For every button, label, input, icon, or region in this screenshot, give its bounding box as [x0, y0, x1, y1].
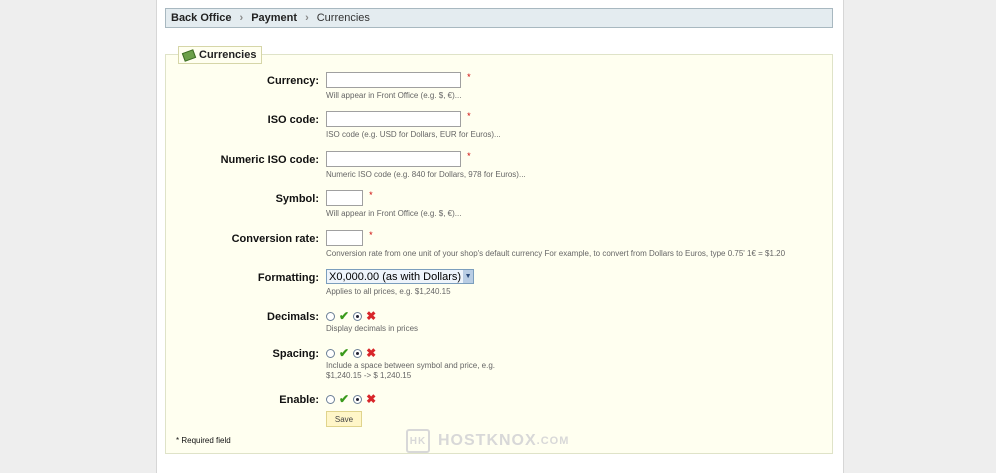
formatting-hint: Applies to all prices, e.g. $1,240.15	[326, 287, 451, 296]
decimals-hint: Display decimals in prices	[326, 324, 419, 333]
iso-code-input[interactable]	[326, 111, 461, 127]
breadcrumb-back-office[interactable]: Back Office	[171, 12, 232, 24]
page-content: Back Office › Payment › Currencies Curre…	[156, 0, 844, 473]
spacing-yes-radio[interactable]	[353, 348, 363, 358]
enable-yes-radio[interactable]	[353, 394, 363, 404]
currency-hint: Will appear in Front Office (e.g. $, €).…	[326, 91, 462, 100]
required-field-note: * Required field	[176, 436, 231, 445]
checkmark-icon: ✔	[339, 346, 350, 360]
required-mark: *	[467, 72, 471, 82]
watermark: HK HOSTKNOX .COM	[406, 429, 569, 453]
iso-code-label: ISO code:	[267, 114, 319, 126]
checkmark-icon: ✔	[339, 392, 350, 406]
formatting-label: Formatting:	[257, 272, 319, 284]
decimals-yes-radio[interactable]	[353, 311, 363, 321]
breadcrumb-payment[interactable]: Payment	[251, 12, 297, 24]
conversion-rate-input[interactable]	[326, 230, 363, 246]
formatting-selected-value: X0,000.00 (as with Dollars)	[329, 270, 462, 283]
enable-no-radio[interactable]	[326, 394, 335, 404]
numeric-iso-code-input[interactable]	[326, 151, 461, 167]
cross-icon: ✖	[366, 346, 377, 360]
conversion-rate-hint: Conversion rate from one unit of your sh…	[326, 249, 786, 258]
chevron-right-icon: ›	[305, 12, 309, 24]
money-icon	[181, 48, 197, 62]
symbol-hint: Will appear in Front Office (e.g. $, €).…	[326, 209, 462, 218]
watermark-suffix: .COM	[536, 435, 570, 447]
chevron-down-icon[interactable]: ▼	[463, 270, 474, 283]
decimals-no-radio[interactable]	[326, 311, 335, 321]
spacing-hint-line2: $1,240.15 -> $ 1,240.15	[326, 371, 412, 380]
formatting-select[interactable]: X0,000.00 (as with Dollars) ▼	[326, 269, 475, 284]
checkmark-icon: ✔	[339, 309, 350, 323]
watermark-logo: HK	[406, 429, 430, 453]
panel-title: Currencies	[199, 49, 257, 61]
spacing-hint-line1: Include a space between symbol and price…	[326, 361, 495, 370]
spacing-label: Spacing:	[272, 348, 319, 360]
symbol-label: Symbol:	[275, 193, 319, 205]
symbol-input[interactable]	[326, 190, 363, 206]
cross-icon: ✖	[366, 309, 377, 323]
numeric-iso-code-label: Numeric ISO code:	[220, 154, 319, 166]
breadcrumb: Back Office › Payment › Currencies	[165, 8, 833, 28]
numeric-iso-code-hint: Numeric ISO code (e.g. 840 for Dollars, …	[326, 170, 526, 179]
required-mark: *	[467, 111, 471, 121]
breadcrumb-currencies: Currencies	[316, 12, 370, 24]
currency-form-panel: Currencies Currency: * Will appear in Fr…	[165, 46, 833, 454]
chevron-right-icon: ›	[239, 12, 244, 24]
required-mark: *	[467, 151, 471, 161]
enable-label: Enable:	[279, 394, 319, 406]
iso-code-hint: ISO code (e.g. USD for Dollars, EUR for …	[326, 130, 501, 139]
panel-legend: Currencies	[178, 46, 263, 64]
watermark-text: HOSTKNOX	[438, 432, 537, 449]
currency-input[interactable]	[326, 72, 461, 88]
required-mark: *	[369, 230, 373, 240]
currency-label: Currency:	[267, 75, 319, 87]
decimals-label: Decimals:	[267, 311, 319, 323]
required-mark: *	[369, 190, 373, 200]
save-button[interactable]: Save	[326, 411, 362, 427]
cross-icon: ✖	[366, 392, 377, 406]
conversion-rate-label: Conversion rate:	[231, 233, 319, 245]
spacing-no-radio[interactable]	[326, 348, 335, 358]
